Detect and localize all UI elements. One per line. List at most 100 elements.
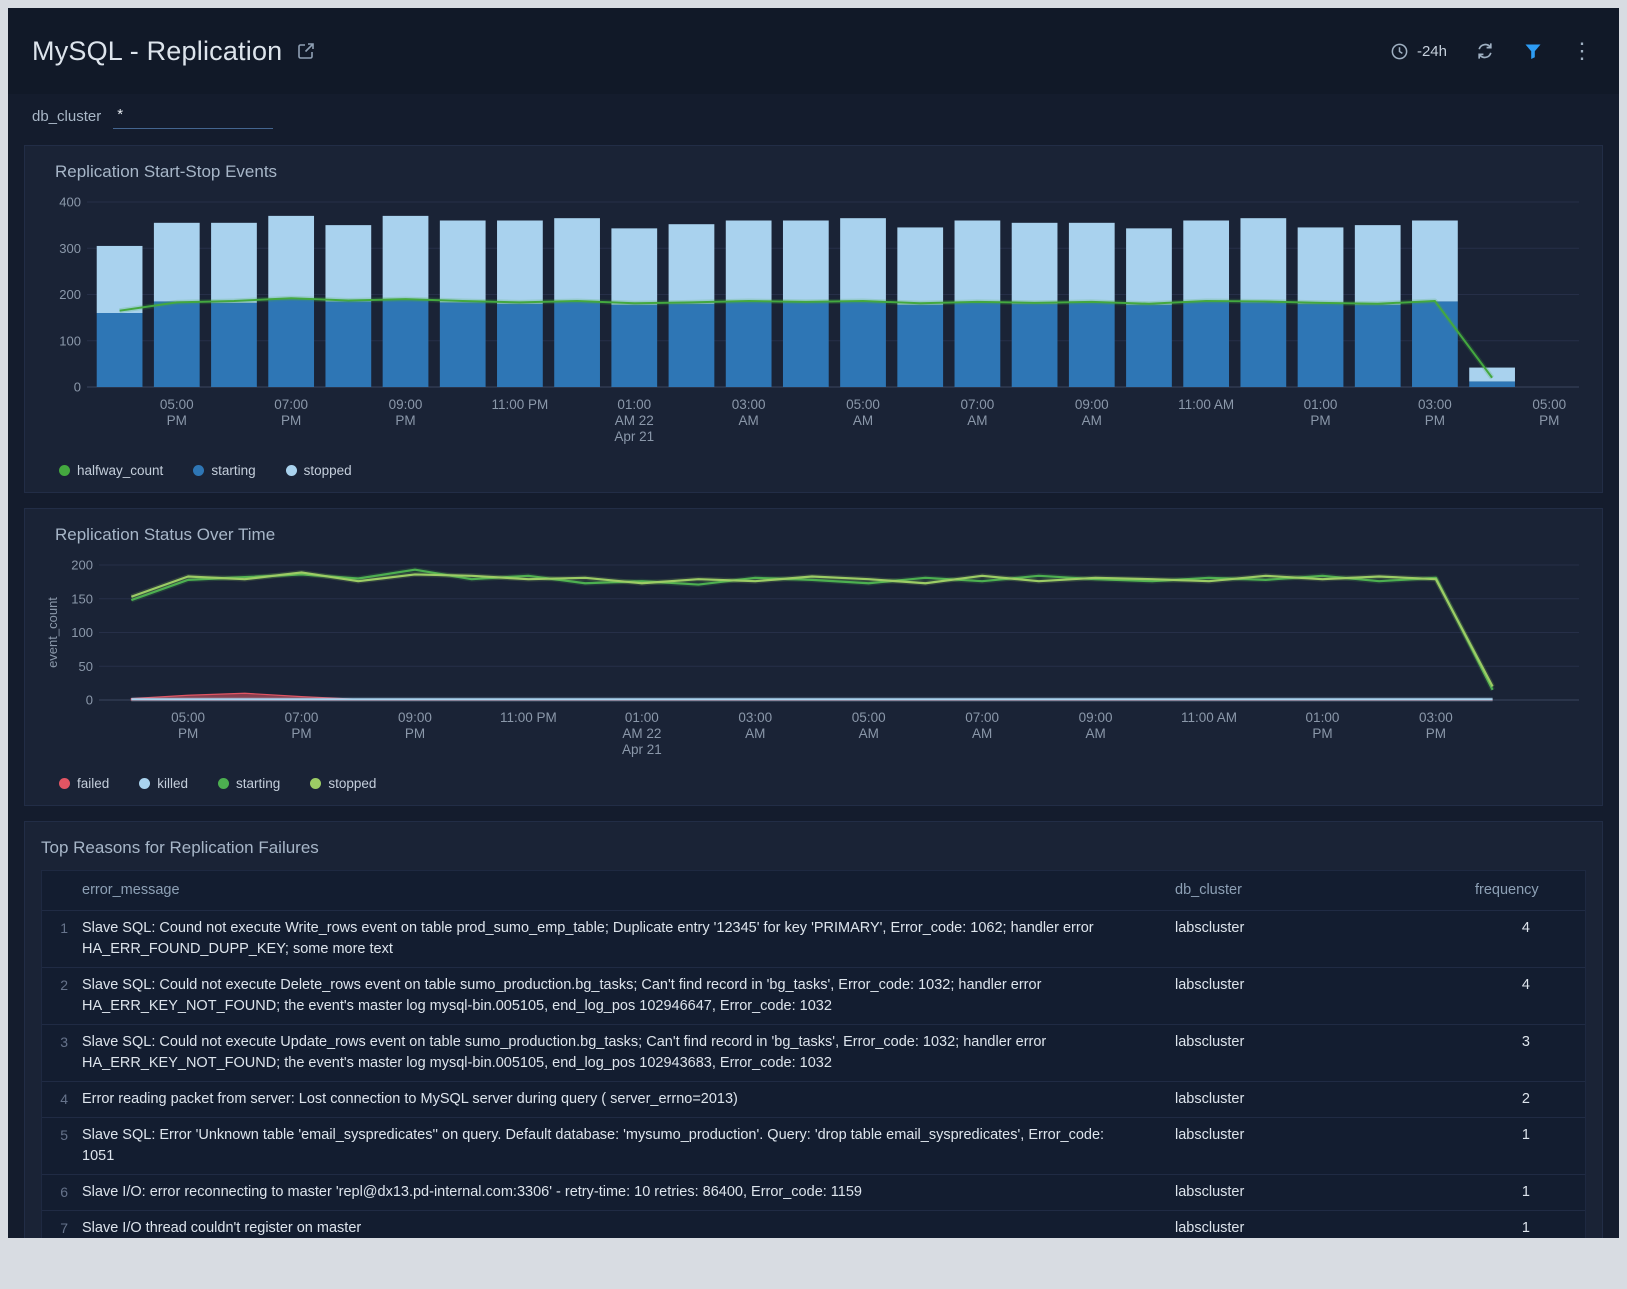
table-row[interactable]: 7Slave I/O thread couldn't register on m… xyxy=(42,1211,1585,1238)
row-number: 6 xyxy=(42,1182,82,1203)
share-icon[interactable] xyxy=(296,41,316,61)
bar-stopped xyxy=(383,216,429,300)
legend-label: killed xyxy=(157,776,188,791)
row-number: 2 xyxy=(42,975,82,996)
cell-frequency: 3 xyxy=(1475,1032,1585,1053)
cell-frequency: 1 xyxy=(1475,1125,1585,1146)
db-cluster-input[interactable]: * xyxy=(113,106,273,129)
svg-text:03:00PM: 03:00PM xyxy=(1418,397,1452,428)
legend-item-starting[interactable]: starting xyxy=(193,463,255,478)
bar-starting xyxy=(1412,301,1458,387)
table-row[interactable]: 4Error reading packet from server: Lost … xyxy=(42,1082,1585,1118)
legend-dot xyxy=(310,778,321,789)
panel-replication-status-over-time: Replication Status Over Time 05010015020… xyxy=(24,508,1603,806)
svg-text:05:00PM: 05:00PM xyxy=(1532,397,1566,428)
bar-stopped xyxy=(268,216,314,299)
bar-starting xyxy=(154,301,200,387)
panel-title: Top Reasons for Replication Failures xyxy=(41,838,1586,858)
status-over-time-chart[interactable]: 050100150200event_count05:00PM07:00PM09:… xyxy=(41,557,1581,765)
bar-stopped xyxy=(497,221,543,304)
filter-icon[interactable] xyxy=(1523,41,1543,61)
bar-stopped xyxy=(955,221,1001,303)
bar-starting xyxy=(783,302,829,387)
bar-starting xyxy=(1355,305,1401,387)
svg-text:09:00AM: 09:00AM xyxy=(1075,397,1109,428)
svg-text:01:00AM 22Apr 21: 01:00AM 22Apr 21 xyxy=(622,710,662,757)
bar-starting xyxy=(1012,304,1058,387)
table-row[interactable]: 1Slave SQL: Cound not execute Write_rows… xyxy=(42,911,1585,968)
legend-dot xyxy=(59,465,70,476)
refresh-icon[interactable] xyxy=(1475,41,1495,61)
svg-text:200: 200 xyxy=(71,558,93,573)
cell-error-message: Slave I/O: error reconnecting to master … xyxy=(82,1182,1175,1203)
row-number: 4 xyxy=(42,1089,82,1110)
bar-stopped xyxy=(325,225,371,301)
svg-text:09:00PM: 09:00PM xyxy=(389,397,423,428)
svg-text:0: 0 xyxy=(74,380,81,395)
bar-starting xyxy=(1069,302,1115,387)
bar-stopped xyxy=(611,228,657,304)
panel-replication-start-stop-events: Replication Start-Stop Events 0100200300… xyxy=(24,145,1603,493)
db-cluster-label: db_cluster xyxy=(32,108,101,129)
svg-text:11:00 PM: 11:00 PM xyxy=(500,710,557,725)
time-range-label: -24h xyxy=(1417,43,1447,60)
legend-item-halfway_count[interactable]: halfway_count xyxy=(59,463,163,478)
cell-db-cluster: labscluster xyxy=(1175,918,1475,939)
legend-label: failed xyxy=(77,776,109,791)
cell-error-message: Slave SQL: Cound not execute Write_rows … xyxy=(82,918,1175,960)
series-stopped xyxy=(131,572,1492,686)
bar-stopped xyxy=(726,221,772,302)
cell-frequency: 1 xyxy=(1475,1218,1585,1238)
table-row[interactable]: 3Slave SQL: Could not execute Update_row… xyxy=(42,1025,1585,1082)
bar-starting xyxy=(383,300,429,387)
bar-starting xyxy=(611,305,657,387)
svg-text:50: 50 xyxy=(79,659,93,674)
share-icon-svg xyxy=(296,41,316,61)
bar-starting xyxy=(325,301,371,387)
svg-text:07:00PM: 07:00PM xyxy=(274,397,308,428)
bar-stopped xyxy=(1126,228,1172,304)
panel-title: Replication Start-Stop Events xyxy=(55,162,1586,182)
svg-text:11:00 PM: 11:00 PM xyxy=(492,397,549,412)
bar-stopped xyxy=(783,221,829,303)
time-range-control[interactable]: -24h xyxy=(1390,42,1447,61)
failures-table: error_messagedb_clusterfrequency1Slave S… xyxy=(41,870,1586,1238)
bar-starting xyxy=(726,301,772,387)
bar-starting xyxy=(211,303,257,387)
legend-item-starting[interactable]: starting xyxy=(218,776,280,791)
svg-text:event_count: event_count xyxy=(45,597,60,668)
bar-stopped xyxy=(669,224,715,304)
column-header-frequency[interactable]: frequency xyxy=(1475,880,1585,901)
bar-stopped xyxy=(1183,221,1229,302)
status-legend: failed killed starting stopped xyxy=(59,776,1586,791)
bar-starting xyxy=(554,301,600,387)
svg-text:09:00AM: 09:00AM xyxy=(1079,710,1113,741)
legend-label: stopped xyxy=(328,776,376,791)
series-starting xyxy=(131,570,1492,690)
panel-top-replication-failures: Top Reasons for Replication Failures err… xyxy=(24,821,1603,1238)
bar-starting xyxy=(1469,381,1515,387)
cell-error-message: Slave SQL: Could not execute Delete_rows… xyxy=(82,975,1175,1017)
legend-item-killed[interactable]: killed xyxy=(139,776,188,791)
svg-text:05:00PM: 05:00PM xyxy=(160,397,194,428)
table-row[interactable]: 2Slave SQL: Could not execute Delete_row… xyxy=(42,968,1585,1025)
column-header-db-cluster[interactable]: db_cluster xyxy=(1175,880,1475,901)
cell-error-message: Slave I/O thread couldn't register on ma… xyxy=(82,1218,1175,1238)
cell-frequency: 4 xyxy=(1475,975,1585,996)
start-stop-events-chart[interactable]: 010020030040005:00PM07:00PM09:00PM11:00 … xyxy=(41,194,1581,452)
legend-item-stopped[interactable]: stopped xyxy=(310,776,376,791)
table-row[interactable]: 5Slave SQL: Error 'Unknown table 'email_… xyxy=(42,1118,1585,1175)
more-menu-icon[interactable]: ⋮ xyxy=(1571,40,1593,62)
svg-text:150: 150 xyxy=(71,591,93,606)
bar-stopped xyxy=(1240,218,1286,302)
svg-text:05:00AM: 05:00AM xyxy=(846,397,880,428)
svg-text:11:00 AM: 11:00 AM xyxy=(1178,397,1234,412)
row-number: 1 xyxy=(42,918,82,939)
legend-item-stopped[interactable]: stopped xyxy=(286,463,352,478)
legend-dot xyxy=(218,778,229,789)
svg-text:400: 400 xyxy=(59,195,81,210)
legend-item-failed[interactable]: failed xyxy=(59,776,109,791)
column-header-error-message[interactable]: error_message xyxy=(82,880,1175,901)
table-row[interactable]: 6Slave I/O: error reconnecting to master… xyxy=(42,1175,1585,1211)
bar-starting xyxy=(1183,301,1229,387)
